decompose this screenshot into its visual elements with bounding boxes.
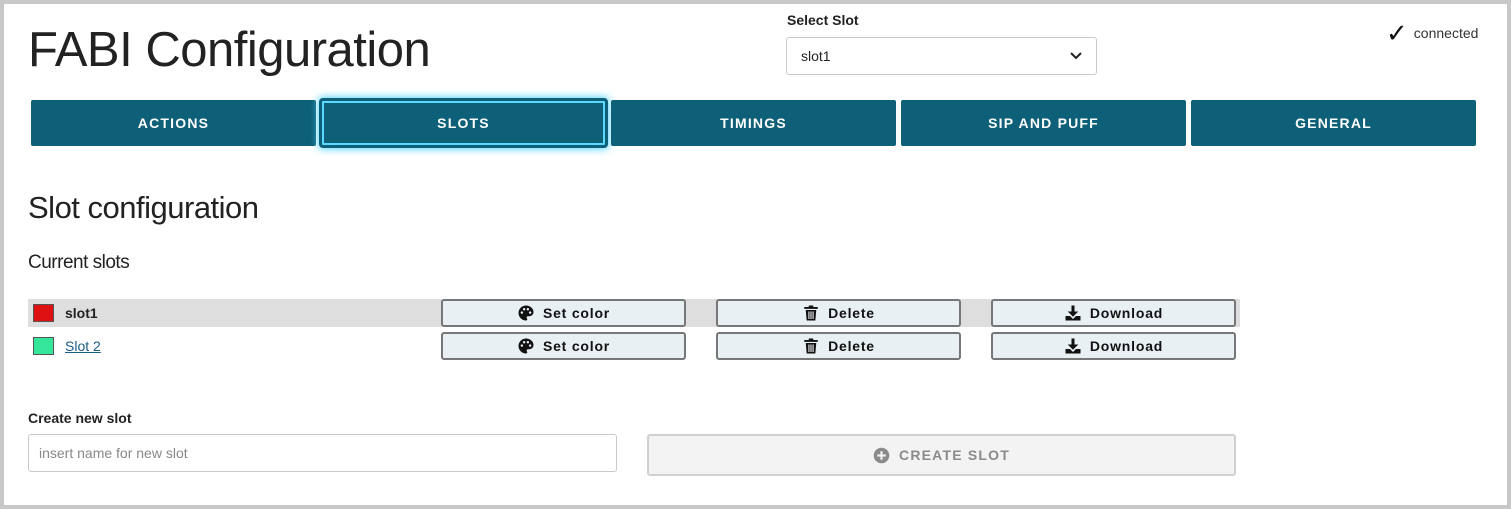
delete-button[interactable]: Delete (716, 332, 961, 360)
download-icon (1065, 305, 1081, 321)
create-slot-button[interactable]: CREATE SLOT (647, 434, 1236, 476)
download-label: Download (1089, 305, 1164, 321)
tab-timings[interactable]: TIMINGS (611, 100, 896, 146)
slot-color-swatch (33, 304, 54, 322)
slot-select[interactable]: slot1 (786, 37, 1097, 75)
download-label: Download (1089, 338, 1164, 354)
select-slot-label: Select Slot (787, 12, 859, 28)
delete-button[interactable]: Delete (716, 299, 961, 327)
section-title: Slot configuration (28, 190, 259, 225)
plus-circle-icon (873, 447, 890, 463)
check-icon: ✓ (1386, 18, 1408, 48)
current-slots-label: Current slots (28, 252, 130, 273)
palette-icon (518, 338, 534, 354)
set-color-button[interactable]: Set color (441, 332, 686, 360)
tab-general[interactable]: GENERAL (1191, 100, 1476, 146)
slot-color-swatch (33, 337, 54, 355)
download-button[interactable]: Download (991, 299, 1236, 327)
page-title: FABI Configuration (28, 23, 431, 77)
status-text: connected (1413, 25, 1479, 41)
download-button[interactable]: Download (991, 332, 1236, 360)
connection-status: ✓ connected (1386, 20, 1478, 46)
tab-bar: ACTIONS SLOTS TIMINGS SIP AND PUFF GENER… (31, 100, 1476, 146)
delete-label: Delete (828, 338, 875, 354)
create-slot-button-label: CREATE SLOT (899, 447, 1010, 463)
tab-slots[interactable]: SLOTS (321, 100, 606, 146)
set-color-label: Set color (542, 305, 611, 321)
tab-sip-and-puff[interactable]: SIP AND PUFF (901, 100, 1186, 146)
tab-actions[interactable]: ACTIONS (31, 100, 316, 146)
download-icon (1065, 338, 1081, 354)
slot-name: slot1 (65, 305, 98, 321)
set-color-button[interactable]: Set color (441, 299, 686, 327)
app-page: FABI Configuration Select Slot slot1 ✓ c… (4, 4, 1507, 505)
slot-name-link[interactable]: Slot 2 (65, 338, 101, 354)
slot-select-value: slot1 (801, 48, 831, 64)
new-slot-name-input[interactable] (28, 434, 617, 472)
chevron-down-icon (1070, 52, 1082, 60)
slot-row: slot1 Set color Delete Download (28, 299, 1240, 327)
trash-icon (804, 338, 818, 354)
create-slot-label: Create new slot (28, 410, 132, 426)
delete-label: Delete (828, 305, 875, 321)
slot-row: Slot 2 Set color Delete Download (28, 332, 1240, 360)
palette-icon (518, 305, 534, 321)
set-color-label: Set color (542, 338, 611, 354)
trash-icon (804, 305, 818, 321)
